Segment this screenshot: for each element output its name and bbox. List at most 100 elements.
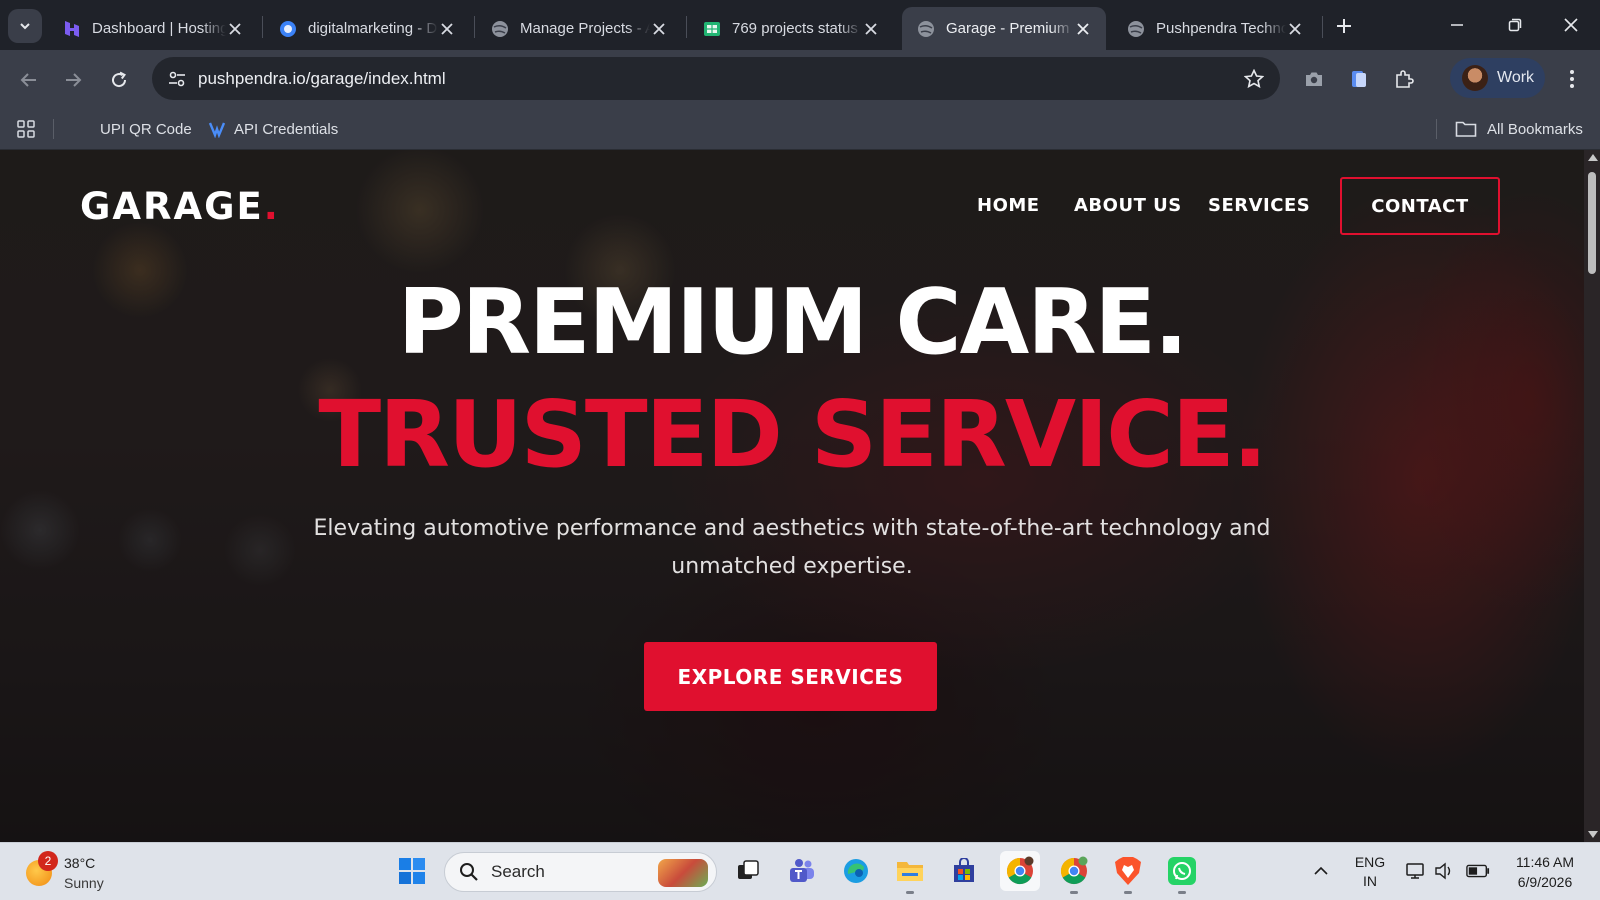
close-window-button[interactable] [1556,10,1586,40]
bookmark-upi-qr-code[interactable]: UPI QR Code [100,116,192,142]
globe-icon [1126,19,1146,39]
explore-services-button[interactable]: EXPLORE SERVICES [644,642,937,711]
bookmark-api-credentials[interactable]: API Credentials [208,116,338,142]
profile-button[interactable]: Work [1450,58,1545,98]
minimize-button[interactable] [1442,10,1472,40]
garage-hero-section: GARAGE. HOME ABOUT US SERVICES CONTACT P… [0,150,1584,842]
forward-button[interactable] [58,65,88,95]
reload-button[interactable] [104,65,134,95]
tab-projects-status[interactable]: 769 projects status [688,7,894,50]
close-icon[interactable] [862,19,880,39]
chrome-work-app-button[interactable] [1000,851,1040,891]
close-icon[interactable] [1286,19,1304,39]
nav-services[interactable]: SERVICES [1208,195,1310,216]
site-info-button[interactable] [162,64,192,94]
tab-digitalmarketing[interactable]: digitalmarketing - Dashboard [264,7,470,50]
folder-icon [1455,121,1477,137]
whatsapp-app-button[interactable] [1162,851,1202,894]
tab-title: Garage - Premium Care [946,20,1074,37]
page-viewport: GARAGE. HOME ABOUT US SERVICES CONTACT P… [0,150,1584,842]
page-scrollbar[interactable] [1584,150,1600,842]
arrow-right-icon [66,73,82,87]
all-bookmarks-button[interactable]: All Bookmarks [1455,116,1583,142]
windows-logo-icon [399,858,425,884]
more-vertical-icon [1570,70,1574,88]
folder-icon [897,862,923,881]
tab-search-button[interactable] [8,9,42,43]
bookmark-star-button[interactable] [1242,67,1266,91]
brave-app-button[interactable] [1108,851,1148,894]
apps-button[interactable] [14,117,38,141]
teams-icon [790,859,814,882]
close-icon [1564,18,1578,32]
profile-name: Work [1497,69,1535,86]
chevron-up-icon [1314,866,1328,875]
scroll-thumb[interactable] [1588,172,1596,274]
screenshot-button[interactable] [1300,65,1328,93]
close-icon[interactable] [1074,19,1092,39]
tune-icon [169,71,185,87]
tab-title: Pushpendra Technologies [1156,20,1287,37]
tray-overflow-button[interactable] [1310,860,1332,882]
logo-dot: . [263,185,280,228]
scroll-up-arrow-icon[interactable] [1588,154,1598,161]
tab-pushpendra-technologies[interactable]: Pushpendra Technologies [1112,7,1318,50]
chevron-down-icon [20,23,30,30]
site-logo[interactable]: GARAGE. [80,185,280,228]
close-icon[interactable] [438,19,456,39]
new-tab-button[interactable] [1332,14,1356,38]
apps-grid-icon [17,120,35,138]
nav-home[interactable]: HOME [977,195,1040,216]
extensions-button[interactable] [1390,65,1418,93]
weather-widget[interactable]: 2 38°C Sunny [24,851,134,895]
close-icon[interactable] [650,19,668,39]
search-placeholder: Search [491,862,545,881]
arrow-left-icon [20,73,36,87]
weather-temperature: 38°C [64,855,96,871]
bookmark-favicon-icon [208,122,226,138]
language-indicator[interactable]: ENG IN [1352,853,1388,891]
volume-tray-icon[interactable] [1432,860,1456,882]
restore-button[interactable] [1500,10,1530,40]
tab-manage-projects[interactable]: Manage Projects - Admin [476,7,682,50]
back-button[interactable] [14,65,44,95]
browser-toolbar: pushpendra.io/garage/index.html Work [0,50,1600,108]
task-view-button[interactable] [728,851,768,891]
file-explorer-button[interactable] [890,851,930,894]
tab-strip: Dashboard | Hostinger digitalmarketing -… [0,0,1600,50]
store-app-button[interactable] [944,851,984,891]
browser-menu-button[interactable] [1560,65,1584,93]
bookmark-label: UPI QR Code [100,120,192,138]
all-bookmarks-label: All Bookmarks [1487,120,1583,138]
battery-tray-icon[interactable] [1466,860,1490,882]
speaker-icon [1435,862,1451,880]
network-tray-icon[interactable] [1404,860,1428,882]
tab-separator [474,16,475,38]
notification-badge: 2 [38,851,58,871]
bookmarks-bar: UPI QR Code API Credentials All Bookmark… [0,108,1600,150]
start-button[interactable] [392,851,432,891]
taskbar-search-box[interactable]: Search [444,852,717,892]
windows-taskbar: 2 38°C Sunny Search ENG IN 11:46 AM 6/9/… [0,842,1600,900]
chrome-icon [1006,856,1034,885]
nav-about-us[interactable]: ABOUT US [1074,195,1182,216]
teams-app-button[interactable] [782,851,822,891]
clock-date: 6/9/2026 [1517,874,1573,890]
search-icon [460,863,478,881]
tab-dashboard-hostinger[interactable]: Dashboard | Hostinger [48,7,258,50]
taskbar-clock[interactable]: 11:46 AM 6/9/2026 [1500,852,1590,892]
bookmarks-separator [1436,119,1437,139]
plus-icon [1337,19,1351,33]
chrome-profile-app-button[interactable] [1054,851,1094,894]
url-text[interactable]: pushpendra.io/garage/index.html [198,69,446,89]
edge-app-button[interactable] [836,851,876,891]
tab-garage-premium[interactable]: Garage - Premium Care [902,7,1106,50]
close-icon[interactable] [226,19,244,39]
minimize-icon [1451,24,1463,26]
edge-icon [844,859,868,883]
address-bar[interactable]: pushpendra.io/garage/index.html [152,57,1280,100]
scroll-down-arrow-icon[interactable] [1588,831,1598,838]
battery-icon [1466,864,1490,878]
extension-docs-button[interactable] [1345,65,1373,93]
nav-contact-button[interactable]: CONTACT [1340,177,1500,235]
